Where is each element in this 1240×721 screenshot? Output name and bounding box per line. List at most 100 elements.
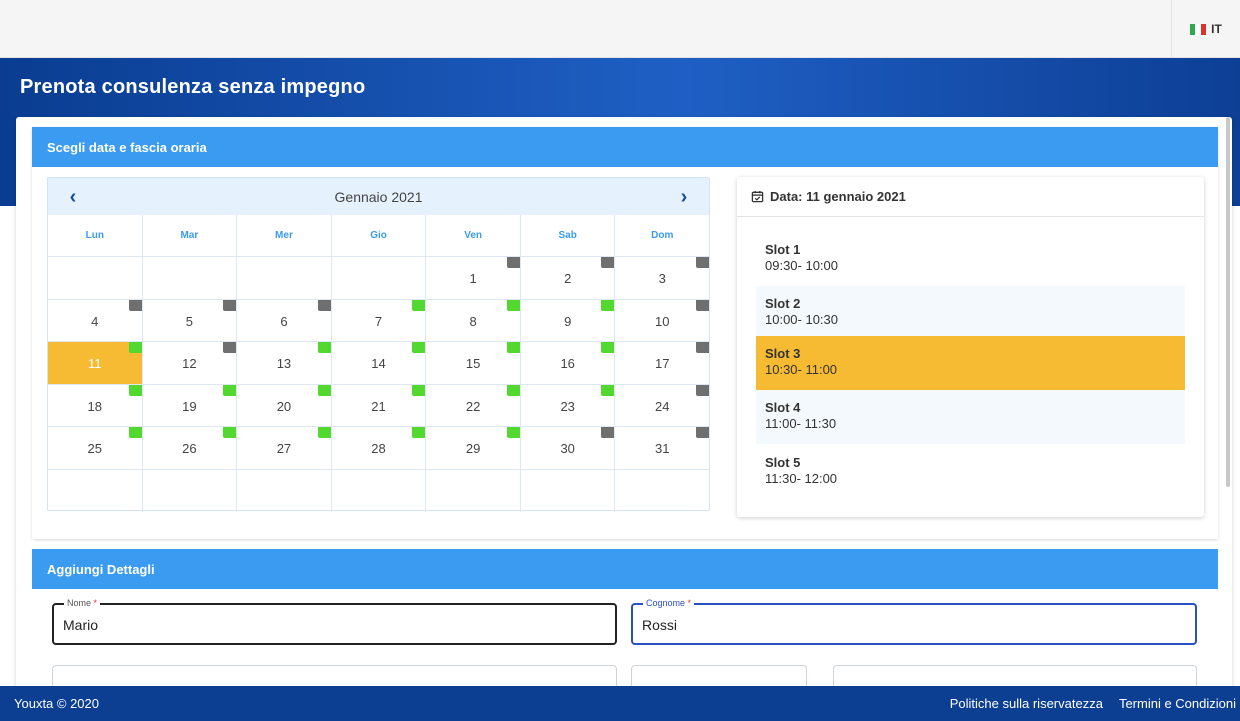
availability-available-marker: [317, 384, 331, 396]
availability-unavailable-marker: [601, 257, 615, 268]
calendar-empty-cell: [332, 257, 427, 299]
calendar-empty-cell: [332, 469, 427, 512]
availability-available-marker: [412, 384, 426, 396]
calendar-day[interactable]: 15: [426, 342, 521, 384]
calendar-empty-cell: [143, 257, 238, 299]
availability-available-marker: [412, 299, 426, 311]
calendar-week-row: 18 19 20 21 22 23 24: [48, 384, 710, 427]
calendar-day-number: 30: [560, 441, 575, 457]
time-slot[interactable]: Slot 4 11:00- 11:30: [756, 390, 1185, 444]
slot-time: 09:30- 10:00: [765, 258, 839, 273]
slot-time: 11:00- 11:30: [765, 416, 837, 431]
calendar-day[interactable]: 13: [237, 342, 332, 384]
calendar-day[interactable]: 3: [615, 257, 710, 299]
calendar-day[interactable]: 25: [48, 427, 143, 469]
calendar-day[interactable]: 21: [332, 384, 427, 426]
calendar-day[interactable]: 6: [237, 299, 332, 341]
footer: Youxta © 2020 Politiche sulla riservatez…: [0, 686, 1240, 721]
language-selector[interactable]: IT: [1171, 0, 1240, 58]
time-slot[interactable]: Slot 2 10:00- 10:30: [756, 286, 1185, 340]
slot-name: Slot 5: [765, 455, 801, 470]
calendar-day[interactable]: 31: [615, 427, 710, 469]
availability-available-marker: [128, 427, 142, 438]
nome-input[interactable]: [63, 613, 604, 637]
calendar-day[interactable]: 24: [615, 384, 710, 427]
calendar-day[interactable]: 11: [48, 342, 143, 384]
calendar-day[interactable]: 27: [237, 427, 332, 469]
calendar-day[interactable]: 20: [237, 384, 332, 426]
nome-field[interactable]: Nome *: [52, 598, 617, 645]
calendar-empty-cell: [521, 469, 616, 512]
calendar-day[interactable]: 26: [143, 427, 238, 469]
slot-name: Slot 2: [765, 296, 801, 311]
calendar-day[interactable]: 22: [426, 384, 521, 426]
calendar-empty-cell: [48, 257, 143, 299]
calendar-week-row: 1 2 3: [48, 257, 710, 300]
calendar-day[interactable]: 4: [48, 299, 143, 341]
calendar-day[interactable]: 14: [332, 342, 427, 384]
calendar-day[interactable]: 5: [143, 299, 238, 341]
slot-name: Slot 1: [765, 242, 801, 257]
availability-available-marker: [128, 384, 142, 396]
prev-month-button[interactable]: ‹: [60, 184, 86, 210]
calendar-day[interactable]: 23: [521, 384, 616, 426]
weekday-label: Lun: [48, 215, 143, 256]
calendar-day[interactable]: 7: [332, 299, 427, 341]
calendar-day[interactable]: 17: [615, 342, 710, 384]
calendar-day-number: 21: [371, 398, 386, 414]
calendar-day-number: 5: [185, 313, 193, 329]
calendar-day[interactable]: 2: [521, 257, 616, 299]
calendar-day-number: 14: [371, 356, 386, 372]
date-section-title: Scegli data e fascia oraria: [47, 139, 207, 155]
calendar-day[interactable]: 10: [615, 299, 710, 342]
slots-header: Data: 11 gennaio 2021: [737, 177, 1204, 217]
calendar-day[interactable]: 9: [521, 299, 616, 341]
top-bar: IT: [0, 0, 1240, 58]
time-slot[interactable]: Slot 3 10:30- 11:00: [756, 336, 1185, 390]
availability-unavailable-marker: [128, 299, 142, 311]
time-slot[interactable]: Slot 1 09:30- 10:00: [756, 232, 1185, 286]
calendar-day[interactable]: 8: [426, 299, 521, 341]
availability-unavailable-marker: [223, 299, 237, 311]
calendar-month-label: Gennaio 2021: [334, 188, 423, 205]
language-code: IT: [1211, 22, 1222, 36]
weekday-row: Lun Mar Mer Gio Ven Sab Dom: [48, 215, 709, 257]
availability-available-marker: [506, 384, 520, 396]
cognome-input[interactable]: [642, 613, 1184, 637]
calendar-day-number: 31: [655, 441, 670, 457]
availability-unavailable-marker: [696, 384, 710, 396]
privacy-link[interactable]: Politiche sulla riservatezza: [950, 696, 1103, 711]
availability-unavailable-marker: [696, 342, 710, 353]
calendar-day[interactable]: 18: [48, 384, 143, 426]
availability-available-marker: [412, 427, 426, 438]
calendar-day[interactable]: 16: [521, 342, 616, 384]
time-slot[interactable]: Slot 5 11:30- 12:00: [756, 445, 1185, 499]
calendar-day[interactable]: 30: [521, 427, 616, 469]
weekday-label: Mer: [237, 215, 332, 256]
nome-label: Nome *: [64, 598, 101, 609]
weekday-label: Dom: [651, 230, 674, 241]
calendar-day-number: 22: [465, 398, 481, 414]
calendar-day[interactable]: 19: [143, 384, 238, 426]
calendar-day-number: 24: [655, 398, 670, 414]
calendar-day[interactable]: 12: [143, 342, 238, 384]
availability-available-marker: [317, 427, 331, 438]
cognome-label: Cognome *: [643, 598, 695, 609]
next-month-button[interactable]: ›: [671, 184, 697, 210]
slot-name: Slot 3: [765, 346, 801, 361]
availability-unavailable-marker: [696, 257, 710, 268]
footer-copyright: Youxta © 2020: [14, 696, 100, 711]
calendar-day-number: 3: [658, 271, 666, 287]
calendar-day[interactable]: 28: [332, 427, 427, 469]
calendar-day-number: 23: [560, 398, 575, 414]
cognome-field[interactable]: Cognome *: [631, 598, 1197, 645]
availability-available-marker: [601, 299, 615, 311]
calendar-day[interactable]: 1: [426, 257, 521, 299]
calendar-day-number: 25: [87, 441, 103, 457]
cognome-label-text: Cognome: [646, 598, 686, 608]
calendar-day[interactable]: 29: [426, 427, 521, 469]
terms-link[interactable]: Termini e Condizioni: [1119, 696, 1236, 711]
calendar-week-row: 11 12 13 14 15 16 17: [48, 342, 710, 385]
page-scrollbar[interactable]: [1226, 117, 1230, 487]
calendar-day-number: 16: [560, 356, 575, 372]
